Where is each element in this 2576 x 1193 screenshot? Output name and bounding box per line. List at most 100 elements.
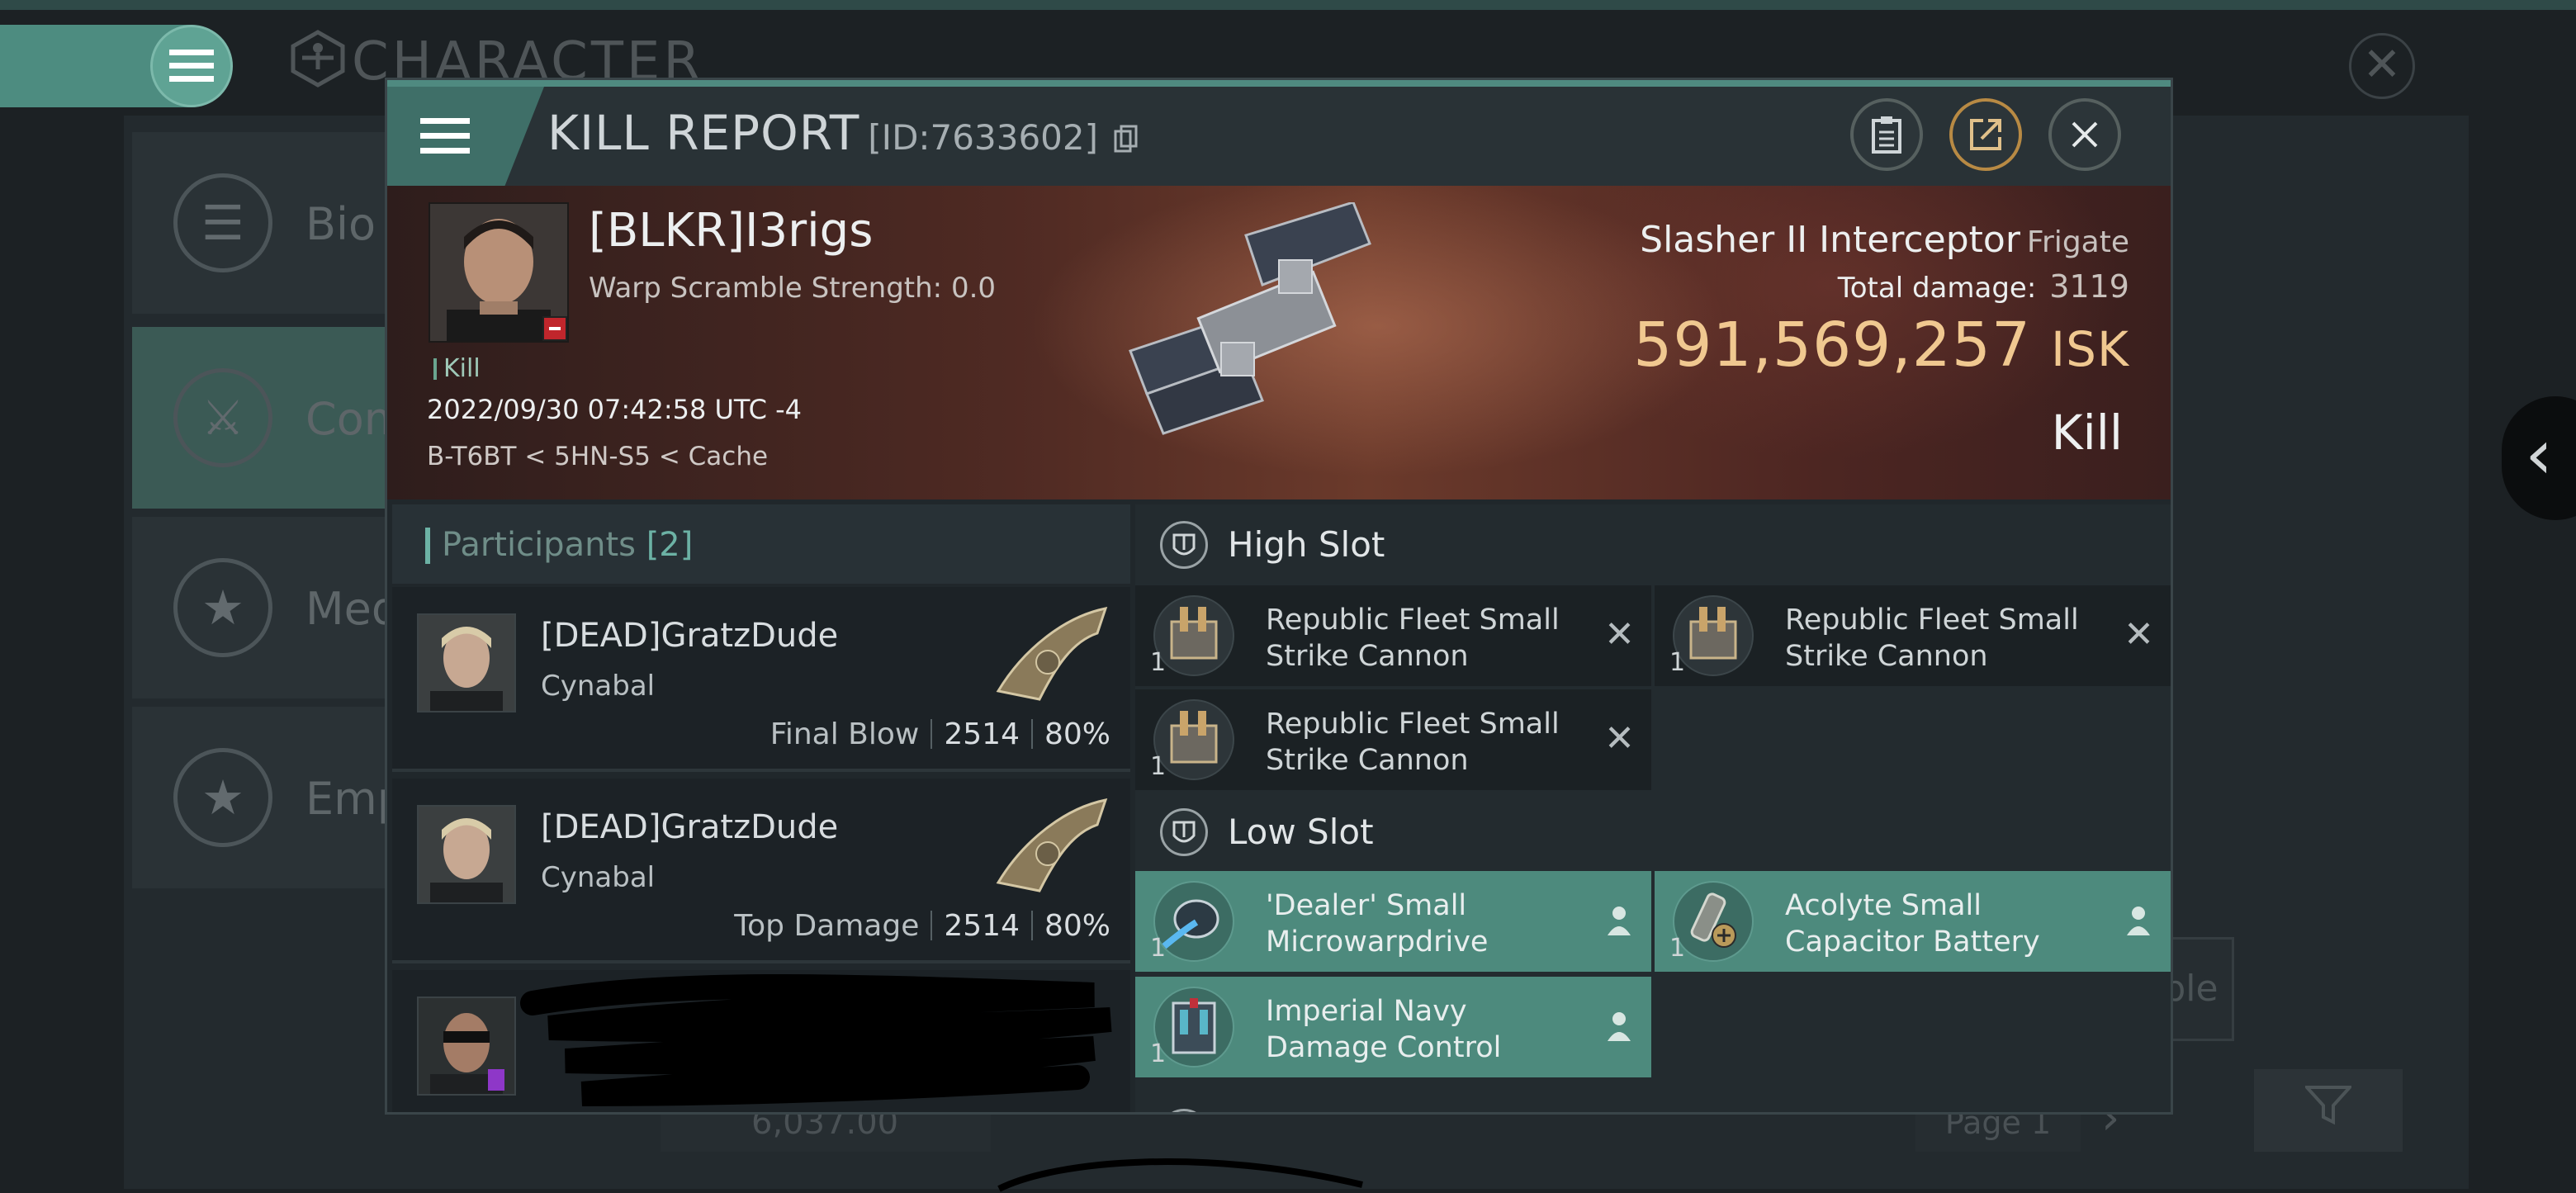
participant-role: Final Blow (769, 717, 920, 751)
participant-row[interactable]: [DEAD]GratzDude Cynabal Final Blow 2514 80… (392, 587, 1130, 772)
participant-name: [DEAD]GratzDude (541, 808, 839, 846)
participants-header: Participants [2] (392, 504, 1130, 584)
top-accent-line (0, 0, 2576, 10)
module-name: Republic Fleet Small Strike Cannon (1266, 708, 1560, 777)
isk-unit: ISK (2051, 321, 2129, 377)
low-slot-header: Low Slot (1135, 792, 2171, 871)
hamburger-icon (420, 118, 470, 154)
participant-row-redacted[interactable] (392, 970, 1130, 1112)
module-quantity: 1 (1150, 752, 1167, 781)
kill-report-id: [ID:7633602] (868, 117, 1098, 158)
kill-tag: Kill (433, 354, 481, 383)
destroyed-icon: ✕ (1604, 717, 1635, 760)
high-slot-icon (1160, 521, 1208, 569)
star-wreath-icon: ★ (173, 748, 272, 847)
isk-value: 591,569,257 ISK (1633, 310, 2129, 381)
participant-ship: Cynabal (541, 861, 656, 894)
module-slot[interactable]: 1 Republic Fleet Small Strike Cannon ✕ (1135, 689, 1651, 790)
participant-stats: Top Damage 2514 80% (734, 909, 1110, 943)
participant-ship-image (996, 798, 1108, 892)
isk-amount: 591,569,257 (1633, 310, 2032, 381)
redaction-scribble (997, 1158, 1363, 1192)
window-accent-bar (387, 80, 2171, 87)
participant-avatar (417, 805, 516, 904)
share-button[interactable] (1949, 98, 2022, 171)
module-slot[interactable]: 1 Republic Fleet Small Strike Cannon ✕ (1655, 585, 2171, 686)
ship-class: Frigate (2026, 225, 2129, 259)
fitting-panel: High Slot 1 Republic Fleet Small Strike … (1135, 504, 2171, 1112)
sidebar-item-label: Bio (305, 198, 376, 250)
low-slot-icon (1160, 808, 1208, 856)
clipboard-icon (1872, 116, 1901, 154)
participant-row[interactable]: [DEAD]GratzDude Cynabal Top Damage 2514 80… (392, 779, 1130, 963)
vitruvian-icon (291, 30, 345, 88)
victim-banner: [BLKR]I3rigs Warp Scramble Strength: 0.0… (387, 186, 2171, 499)
high-slot-header: High Slot (1135, 504, 2171, 584)
ship-name[interactable]: Slasher II Interceptor (1640, 219, 2020, 261)
dropped-icon (1608, 1012, 1631, 1041)
chevron-left-icon: ‹ (2525, 414, 2553, 495)
participants-accent-bar (425, 528, 430, 564)
module-slot[interactable]: 1 'Dealer' Small Microwarpdrive (1135, 871, 1651, 972)
report-type: Kill (2051, 405, 2123, 461)
close-icon (2072, 121, 2098, 148)
module-name: Imperial Navy Damage Control (1266, 995, 1502, 1064)
main-menu-button[interactable] (150, 25, 233, 107)
participant-percent: 80% (1044, 909, 1110, 943)
divider (1030, 911, 1033, 940)
module-name: Acolyte Small Capacitor Battery (1785, 889, 2040, 959)
redaction-scribble (520, 974, 1112, 1106)
victim-name[interactable]: [BLKR]I3rigs (589, 204, 873, 258)
module-quantity: 1 (1669, 934, 1686, 963)
menu-lines-icon: ☰ (173, 173, 272, 272)
close-button[interactable] (2048, 98, 2121, 171)
module-slot[interactable]: 1 Acolyte Small Capacitor Battery (1655, 871, 2171, 972)
character-close-button[interactable]: ✕ (2349, 33, 2415, 99)
destroyed-icon: ✕ (1604, 613, 1635, 656)
mid-slot-header-partial (1135, 1092, 2171, 1112)
low-slot-label: Low Slot (1228, 812, 1374, 852)
filter-button[interactable] (2254, 1069, 2403, 1152)
kill-report-title-text: KILL REPORT (547, 105, 860, 161)
kill-report-window: KILL REPORT [ID:7633602] [BLKR]I3rigs Wa… (385, 78, 2173, 1115)
module-name: 'Dealer' Small Microwarpdrive (1266, 889, 1489, 959)
participants-title: Participants [2] (442, 526, 693, 564)
participant-damage: 2514 (944, 717, 1020, 751)
participant-damage: 2514 (944, 909, 1020, 943)
clipboard-button[interactable] (1850, 98, 1923, 171)
side-panel-toggle[interactable]: ‹ (2502, 396, 2576, 520)
participants-label: Participants (442, 526, 636, 564)
kill-report-title: KILL REPORT [ID:7633602] (547, 105, 1139, 161)
module-quantity: 1 (1150, 1039, 1167, 1068)
module-quantity: 1 (1669, 648, 1686, 677)
sidebar-item-combat[interactable]: ⚔ Com (132, 327, 407, 509)
participant-stats: Final Blow 2514 80% (770, 717, 1110, 751)
participants-count: [2] (646, 526, 694, 564)
participant-percent: 80% (1044, 717, 1110, 751)
sidebar-item-employment[interactable]: ★ Emp (132, 707, 405, 888)
copy-icon[interactable] (1114, 125, 1139, 153)
participant-role: Top Damage (734, 909, 920, 943)
sidebar-item-medals[interactable]: ★ Med (132, 517, 400, 698)
high-slot-label: High Slot (1228, 524, 1385, 565)
destroyed-icon: ✕ (2124, 613, 2154, 656)
security-status-badge (542, 316, 567, 341)
warp-scramble-strength: Warp Scramble Strength: 0.0 (589, 272, 997, 305)
total-damage-label: Total damage: (1837, 272, 2037, 305)
participant-ship: Cynabal (541, 670, 656, 703)
participant-face (419, 998, 514, 1094)
star-badge-icon: ★ (173, 558, 272, 657)
share-icon (1970, 119, 2001, 150)
kill-location[interactable]: B-T6BT < 5HN-S5 < Cache (427, 442, 768, 471)
victim-ship-type: Slasher II Interceptor Frigate (1640, 219, 2129, 261)
participant-ship-image (996, 607, 1108, 701)
module-slot[interactable]: 1 Republic Fleet Small Strike Cannon ✕ (1135, 585, 1651, 686)
participant-avatar (417, 613, 516, 712)
victim-ship-image[interactable] (1106, 202, 1436, 466)
total-damage-value: 3119 (2049, 268, 2129, 305)
participant-name: [DEAD]GratzDude (541, 617, 839, 655)
mid-slot-icon (1160, 1109, 1208, 1112)
module-slot[interactable]: 1 Imperial Navy Damage Control (1135, 977, 1651, 1077)
sidebar-item-bio[interactable]: ☰ Bio (132, 132, 388, 314)
module-quantity: 1 (1150, 648, 1167, 677)
